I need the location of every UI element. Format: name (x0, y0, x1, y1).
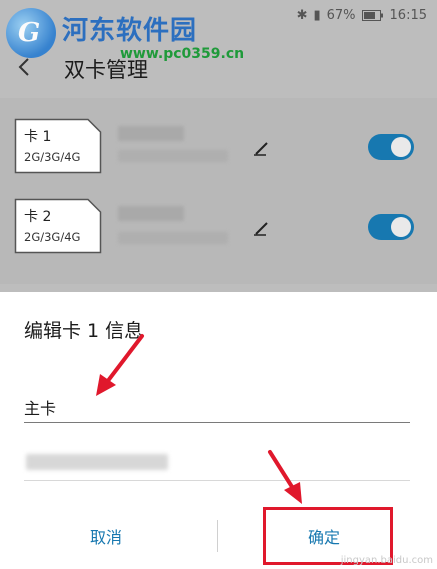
battery-percent: 67% (326, 8, 356, 23)
sim-card-row-1: 卡 1 2G/3G/4G (0, 108, 437, 186)
phone-number-blurred (26, 454, 168, 470)
edit-pencil-icon[interactable] (252, 218, 272, 238)
back-arrow-icon[interactable] (12, 54, 38, 80)
status-indicators: ✱ ▮ 67% 16:15 (297, 8, 427, 23)
sim-card-icon: 卡 1 2G/3G/4G (14, 118, 102, 174)
card-name-input[interactable] (24, 392, 410, 423)
sim-card-name: 卡 2 (24, 209, 52, 225)
annotation-arrow-icon (96, 334, 144, 396)
sim-card-network: 2G/3G/4G (24, 230, 81, 244)
sim-card-row-2: 卡 2 2G/3G/4G (0, 186, 437, 264)
corner-watermark: jingyan.baidu.com (340, 555, 433, 566)
phone-number-blurred (118, 232, 228, 244)
phone-number-blurred (118, 150, 228, 162)
edit-card-dialog: 编辑卡 1 信息 取消 确定 jingyan.baidu.com (0, 292, 437, 569)
page-title: 双卡管理 (64, 58, 148, 82)
sim-card-name: 卡 1 (24, 129, 52, 145)
bluetooth-icon: ✱ (296, 8, 308, 23)
battery-icon (361, 10, 383, 21)
header-bar: 双卡管理 (0, 48, 437, 88)
watermark-title: 河东软件园 (62, 16, 198, 46)
cancel-button[interactable]: 取消 (90, 524, 122, 548)
watermark-logo-letter: G (18, 18, 41, 48)
annotation-arrow-icon (268, 450, 302, 504)
sim-card-network: 2G/3G/4G (24, 150, 81, 164)
vibrate-icon: ▮ (313, 8, 321, 23)
sim-card-list: 卡 1 2G/3G/4G 卡 2 2G/3G/4G (0, 98, 437, 284)
carrier-name-blurred (118, 206, 184, 221)
clock: 16:15 (389, 8, 427, 23)
carrier-name-blurred (118, 126, 184, 141)
toggle-knob (391, 137, 411, 157)
divider (24, 480, 410, 481)
button-divider (217, 520, 218, 552)
edit-pencil-icon[interactable] (252, 138, 272, 158)
sim-card-icon: 卡 2 2G/3G/4G (14, 198, 102, 254)
sim-card-1-toggle[interactable] (368, 134, 414, 160)
sim-card-2-toggle[interactable] (368, 214, 414, 240)
toggle-knob (391, 217, 411, 237)
